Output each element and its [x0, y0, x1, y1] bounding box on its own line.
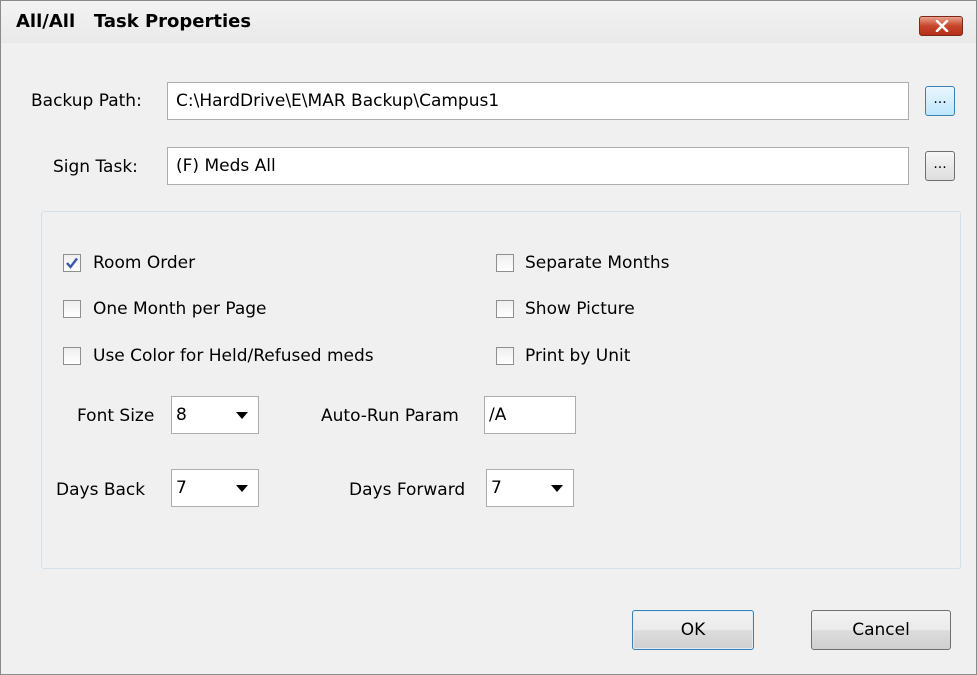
task-properties-dialog: All/All Task Properties Backup Path: C:\…	[0, 0, 977, 675]
checkmark-icon	[66, 257, 78, 269]
show-picture-label[interactable]: Show Picture	[525, 299, 635, 319]
room-order-checkbox[interactable]	[63, 254, 81, 272]
chevron-down-icon	[236, 412, 248, 419]
backup-path-input[interactable]: C:\HardDrive\E\MAR Backup\Campus1	[167, 82, 909, 120]
ok-button[interactable]: OK	[632, 610, 754, 650]
sign-task-input[interactable]: (F) Meds All	[167, 147, 909, 185]
separate-months-checkbox[interactable]	[496, 254, 514, 272]
days-forward-select[interactable]: 7	[486, 469, 574, 507]
title-bar[interactable]: All/All Task Properties	[1, 1, 976, 43]
chevron-down-icon	[236, 485, 248, 492]
show-picture-checkbox[interactable]	[496, 300, 514, 318]
auto-run-param-input[interactable]: /A	[484, 396, 576, 434]
font-size-value: 8	[176, 405, 187, 425]
days-back-label: Days Back	[56, 480, 146, 500]
use-color-checkbox[interactable]	[63, 347, 81, 365]
separate-months-label[interactable]: Separate Months	[525, 253, 670, 273]
days-forward-value: 7	[491, 478, 502, 498]
font-size-select[interactable]: 8	[171, 396, 259, 434]
print-by-unit-checkbox[interactable]	[496, 347, 514, 365]
cancel-button[interactable]: Cancel	[811, 610, 951, 650]
sign-task-label: Sign Task:	[53, 157, 138, 177]
one-month-per-page-checkbox[interactable]	[63, 300, 81, 318]
days-back-value: 7	[176, 478, 187, 498]
sign-task-browse-button[interactable]: ...	[925, 151, 955, 181]
window-title: All/All Task Properties	[16, 11, 252, 32]
font-size-label: Font Size	[77, 406, 155, 426]
days-back-select[interactable]: 7	[171, 469, 259, 507]
days-forward-label: Days Forward	[349, 480, 466, 500]
chevron-down-icon	[551, 485, 563, 492]
backup-path-label: Backup Path:	[31, 91, 142, 111]
close-icon	[935, 20, 949, 32]
use-color-label[interactable]: Use Color for Held/Refused meds	[93, 346, 374, 366]
print-by-unit-label[interactable]: Print by Unit	[525, 346, 630, 366]
room-order-label[interactable]: Room Order	[93, 253, 195, 273]
one-month-per-page-label[interactable]: One Month per Page	[93, 299, 267, 319]
auto-run-param-label: Auto-Run Param	[321, 406, 459, 426]
close-button[interactable]	[919, 16, 963, 36]
backup-path-browse-button[interactable]: ...	[925, 86, 955, 116]
